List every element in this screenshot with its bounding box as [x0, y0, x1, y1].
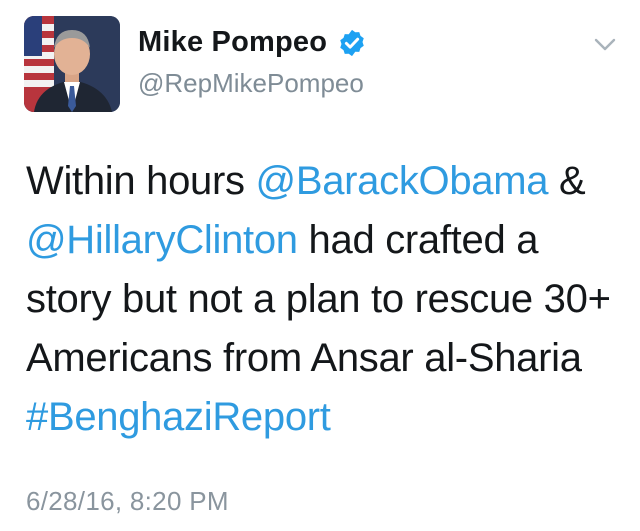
tweet-timestamp[interactable]: 6/28/16, 8:20 PM — [26, 486, 229, 517]
mention-link-hillaryclinton[interactable]: @HillaryClinton — [26, 218, 298, 262]
hashtag-link-benghazireport[interactable]: #BenghaziReport — [26, 395, 331, 439]
avatar[interactable] — [24, 16, 120, 112]
display-name[interactable]: Mike Pompeo — [138, 26, 327, 59]
verified-badge-icon — [340, 29, 364, 56]
user-handle[interactable]: @RepMikePompeo — [138, 68, 364, 99]
tweet-text-segment: Within hours — [26, 159, 256, 203]
tweet-text: Within hours @BarackObama & @HillaryClin… — [26, 152, 626, 447]
mention-link-barackobama[interactable]: @BarackObama — [256, 159, 549, 203]
chevron-down-icon[interactable] — [594, 38, 616, 52]
tweet-text-segment: & — [548, 159, 586, 203]
